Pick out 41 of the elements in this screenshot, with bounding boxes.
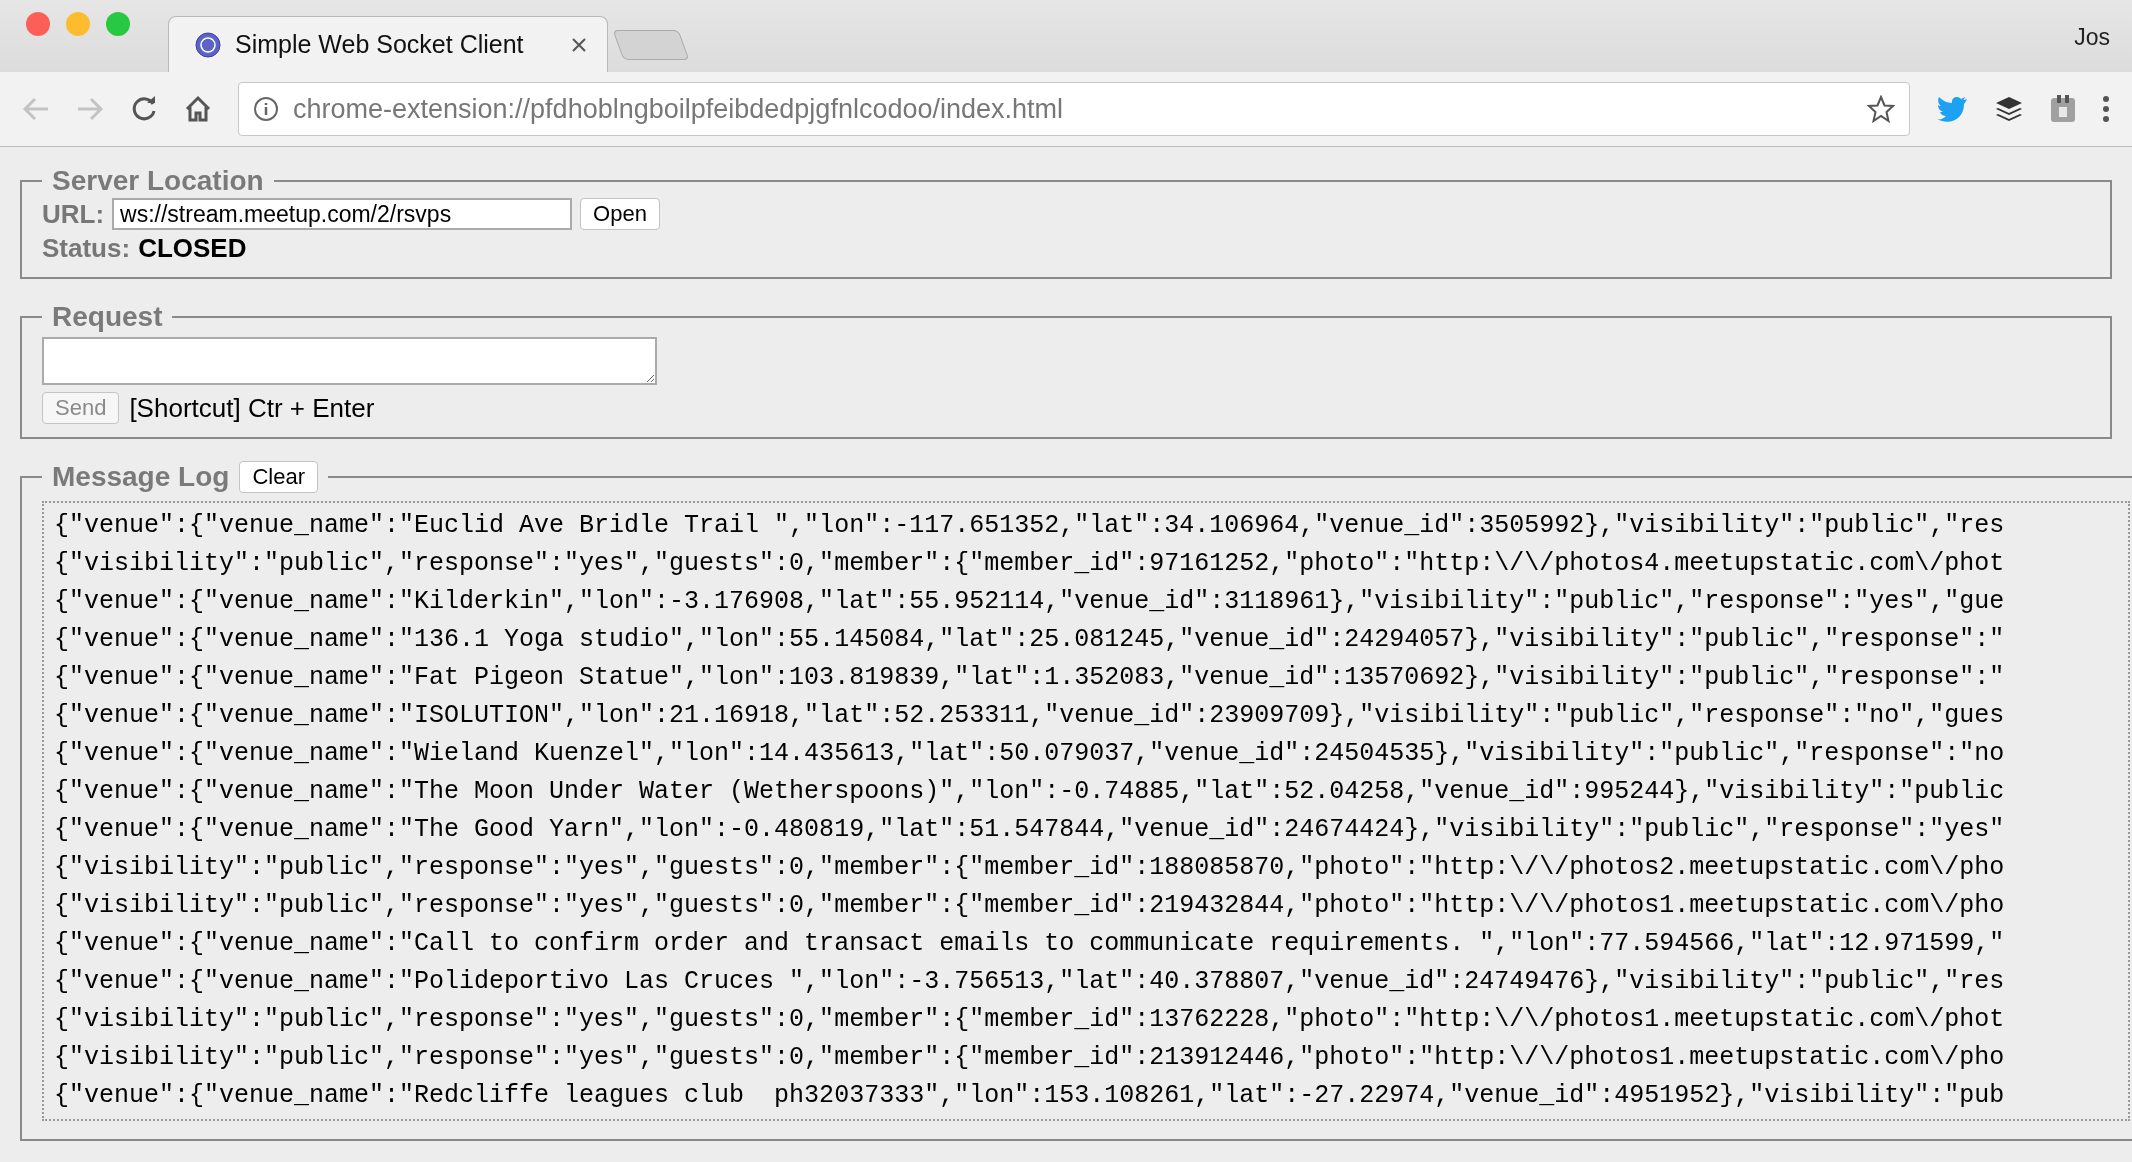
status-label: Status: xyxy=(42,232,131,264)
url-input[interactable]: ws://stream.meetup.com/2/rsvps xyxy=(112,198,573,230)
log-line: {"venue":{"venue_name":"The Good Yarn","lon":-0.480819,"lat":51.547844,"venue_id":24674424},"visibility":"public","response":"yes" xyxy=(54,814,2005,846)
request-input[interactable] xyxy=(42,337,657,385)
layers-icon[interactable] xyxy=(1994,95,2024,123)
bookmark-star-icon[interactable] xyxy=(1867,95,1895,123)
open-button[interactable]: Open xyxy=(580,198,660,230)
log-line: {"venue":{"venue_name":"ISOLUTION","lon":21.16918,"lat":52.253311,"venue_id":23909709},"visibility":"public","response":"no","gues xyxy=(54,700,2005,732)
section-legend: Request xyxy=(42,301,173,333)
log-line: {"venue":{"venue_name":"The Moon Under Water (Wetherspoons)","lon":-0.74885,"lat":52.04258,"venue_id":995244},"visibility":"public xyxy=(54,776,2005,808)
address-bar[interactable]: chrome-extension://pfdhoblngboilpfeibdedpjgfnlcodoo/index.html xyxy=(238,82,1910,136)
profile-name[interactable]: Jos xyxy=(2074,24,2110,51)
log-line: {"venue":{"venue_name":"Euclid Ave Bridle Trail ","lon":-117.651352,"lat":34.106964,"venue_id":3505992},"visibility":"public","res xyxy=(54,510,2005,542)
log-line: {"venue":{"venue_name":"Polideportivo Las Cruces ","lon":-3.756513,"lat":40.378807,"venue_id":24749476},"visibility":"public","res xyxy=(54,966,2005,998)
status-value: CLOSED xyxy=(138,232,247,264)
info-icon[interactable] xyxy=(253,96,279,122)
close-icon[interactable] xyxy=(571,36,587,53)
section-legend: Message Log xyxy=(52,461,230,493)
url-text: chrome-extension://pfdhoblngboilpfeibdedpjgfnlcodoo/index.html xyxy=(293,93,1064,125)
globe-favicon-icon xyxy=(195,31,221,58)
shortcut-hint: [Shortcut] Ctr + Enter xyxy=(129,392,375,424)
log-line: {"visibility":"public","response":"yes","guests":0,"member":{"member_id":188085870,"photo":"http:\/\/photos2.meetupstatic.com\/pho xyxy=(54,852,2005,884)
home-icon[interactable] xyxy=(184,95,212,123)
url-label: URL: xyxy=(42,198,105,230)
log-line: {"visibility":"public","response":"yes","guests":0,"member":{"member_id":219432844,"photo":"http:\/\/photos1.meetupstatic.com\/pho xyxy=(54,890,2005,922)
log-line: {"visibility":"public","response":"yes","guests":0,"member":{"member_id":13762228,"photo":"http:\/\/photos1.meetupstatic.com\/phot xyxy=(54,1004,2005,1036)
clear-button[interactable]: Clear xyxy=(239,461,318,493)
browser-tab[interactable]: Simple Web Socket Client xyxy=(168,16,608,72)
reload-icon[interactable] xyxy=(130,95,158,123)
log-line: {"venue":{"venue_name":"Fat Pigeon Statue","lon":103.819839,"lat":1.352083,"venue_id":13570692},"visibility":"public","response":" xyxy=(54,662,2005,694)
log-line: {"venue":{"venue_name":"136.1 Yoga studio","lon":55.145084,"lat":25.081245,"venue_id":24294057},"visibility":"public","response":" xyxy=(54,624,2005,656)
bird-icon[interactable] xyxy=(1936,95,1968,123)
log-line: {"visibility":"public","response":"yes","guests":0,"member":{"member_id":213912446,"photo":"http:\/\/photos1.meetupstatic.com\/pho xyxy=(54,1042,2005,1074)
log-line: {"venue":{"venue_name":"Redcliffe leagues club ph32037333","lon":153.108261,"lat":-27.22974,"venue_id":4951952},"visibility":"pub xyxy=(54,1080,2005,1112)
log-line: {"visibility":"public","response":"yes","guests":0,"member":{"member_id":97161252,"photo":"http:\/\/photos4.meetupstatic.com\/phot xyxy=(54,548,2005,580)
tab-title: Simple Web Socket Client xyxy=(235,30,525,59)
section-legend: Server Location xyxy=(42,165,274,197)
log-line: {"venue":{"venue_name":"Call to confirm order and transact emails to communicate requirements. ","lon":77.594566,"lat":12.971599," xyxy=(54,928,2005,960)
menu-icon[interactable] xyxy=(2102,95,2110,123)
log-line: {"venue":{"venue_name":"Wieland Kuenzel","lon":14.435613,"lat":50.079037,"venue_id":24504535},"visibility":"public","response":"no xyxy=(54,738,2005,770)
log-line: {"venue":{"venue_name":"Kilderkin","lon":-3.176908,"lat":55.952114,"venue_id":3118961},"visibility":"public","response":"yes","gue xyxy=(54,586,2005,618)
